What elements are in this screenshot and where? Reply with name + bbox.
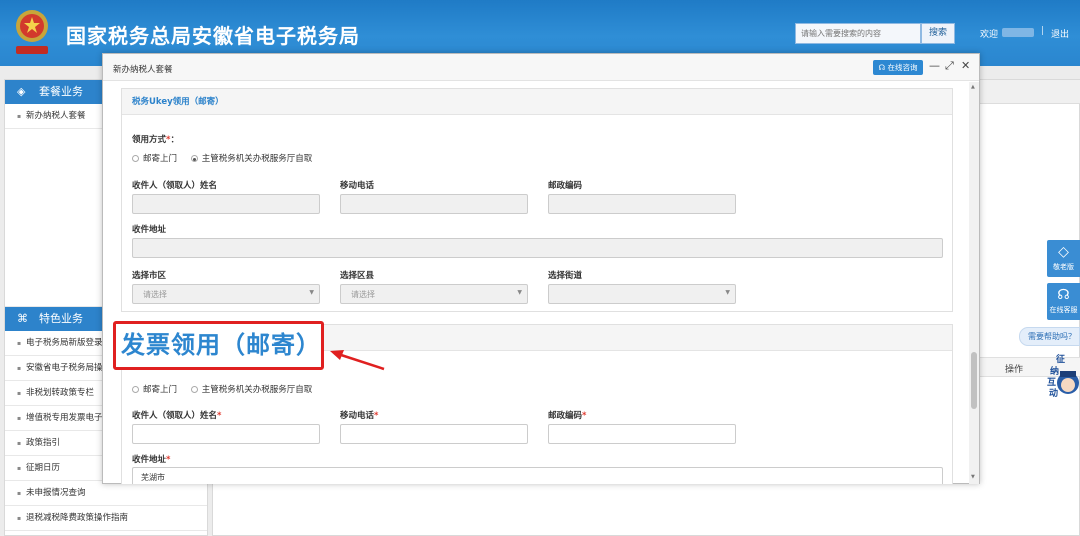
address-label: 收件地址* — [132, 453, 170, 465]
sidebar-item[interactable]: 退税减税降费政策操作指南 — [5, 506, 207, 531]
phone-label: 移动电话* — [340, 409, 378, 421]
username-redacted — [1002, 28, 1034, 37]
recipient-input[interactable] — [132, 194, 320, 214]
radio-option-self-pickup[interactable]: 主管税务机关办税服务厅自取 — [190, 154, 313, 164]
online-service-label: 在线客服 — [1049, 306, 1078, 314]
header-separator: | — [1041, 26, 1045, 36]
district-select-value: 请选择 — [351, 290, 375, 299]
address-input[interactable]: 芜湖市 — [132, 467, 943, 484]
sidebar-item[interactable]: 未申报情况查询 — [5, 481, 207, 506]
ukey-section: 税务Ukey领用（邮寄） 领用方式*： 邮寄上门 主管税务机关办税服务厅自取 收… — [121, 88, 953, 312]
online-consult-label: 在线咨询 — [887, 63, 918, 72]
method-label-suffix: ： — [170, 135, 179, 145]
invoice-method-radio-group: 邮寄上门 主管税务机关办税服务厅自取 — [132, 383, 323, 395]
online-service-button[interactable]: ☊ 在线客服 — [1047, 283, 1080, 320]
radio-option-mail[interactable]: 邮寄上门 — [132, 154, 177, 164]
phone-label: 移动电话 — [340, 181, 375, 191]
radio-icon — [132, 155, 139, 162]
phone-input[interactable] — [340, 424, 528, 444]
grid-icon: ⌘ — [17, 312, 28, 325]
method-label: 领用方式*： — [132, 133, 179, 145]
recipient-input[interactable] — [132, 424, 320, 444]
street-label: 选择街道 — [548, 271, 583, 281]
maximize-icon[interactable]: ⤢ — [945, 59, 954, 73]
city-select-value: 请选择 — [143, 290, 167, 299]
city-label: 选择市区 — [132, 271, 167, 281]
radio-option-self-pickup[interactable]: 主管税务机关办税服务厅自取 — [190, 385, 313, 395]
mascot-char: 纳 — [1050, 365, 1059, 377]
new-taxpayer-modal: 新办纳税人套餐 ☊ 在线咨询 — ⤢ ✕ 税务Ukey领用（邮寄） 领用方式*：… — [102, 53, 980, 484]
required-mark: * — [374, 411, 379, 421]
radio-checked-icon — [190, 155, 198, 162]
headset-icon: ☊ — [1057, 287, 1070, 303]
annotation-text: 发票领用（邮寄） — [121, 331, 321, 359]
close-icon[interactable]: ✕ — [961, 59, 970, 72]
layers-icon: ◈ — [17, 85, 26, 98]
elder-mode-button[interactable]: ◇ 敬老版 — [1047, 240, 1080, 277]
mascot-char: 动 — [1049, 388, 1058, 399]
mascot-char: 征 — [1056, 353, 1065, 365]
scroll-down-icon[interactable]: ▼ — [971, 474, 975, 480]
package-section-title: 套餐业务 — [39, 85, 83, 98]
radio-label: 主管税务机关办税服务厅自取 — [201, 385, 313, 395]
required-mark: * — [166, 455, 171, 465]
radio-icon — [190, 386, 198, 393]
mascot-icon[interactable]: 征 纳 互 动 — [1040, 353, 1080, 401]
address-label-text: 收件地址 — [132, 455, 167, 465]
search-button[interactable]: 搜索 — [921, 23, 955, 44]
postcode-input[interactable] — [548, 194, 736, 214]
chevron-down-icon: ▼ — [309, 289, 314, 296]
postcode-label: 邮政编码* — [548, 409, 586, 421]
modal-title-bar: 新办纳税人套餐 ☊ 在线咨询 — ⤢ ✕ — [103, 54, 979, 81]
welcome-text: 欢迎 — [980, 30, 999, 40]
radio-label: 主管税务机关办税服务厅自取 — [201, 154, 313, 164]
postcode-label: 邮政编码 — [548, 181, 583, 191]
mascot-char: 互 — [1047, 377, 1056, 388]
phone-input[interactable] — [340, 194, 528, 214]
street-select[interactable]: ▼ — [548, 284, 736, 304]
address-input[interactable] — [132, 238, 943, 258]
method-radio-group: 邮寄上门 主管税务机关办税服务厅自取 — [132, 152, 323, 164]
ukey-section-title: 税务Ukey领用（邮寄） — [122, 89, 952, 115]
chevron-down-icon: ▼ — [725, 289, 730, 296]
recipient-label: 收件人（领取人）姓名 — [132, 181, 218, 191]
main-tab-bar — [980, 80, 1080, 104]
annotation-arrow-icon — [330, 350, 385, 371]
help-bubble[interactable]: 需要帮助吗？ — [1019, 327, 1080, 346]
required-mark: * — [217, 411, 222, 421]
city-select[interactable]: 请选择 ▼ — [132, 284, 320, 304]
operation-column-header: 操作 — [1005, 365, 1024, 375]
special-section-title: 特色业务 — [39, 312, 83, 325]
minimize-icon[interactable]: — — [929, 59, 940, 72]
radio-option-mail[interactable]: 邮寄上门 — [132, 385, 177, 395]
required-mark: * — [582, 411, 587, 421]
phone-label-text: 移动电话 — [340, 411, 375, 421]
national-emblem-icon — [16, 10, 48, 54]
modal-body[interactable]: 税务Ukey领用（邮寄） 领用方式*： 邮寄上门 主管税务机关办税服务厅自取 收… — [103, 82, 979, 484]
postcode-input[interactable] — [548, 424, 736, 444]
modal-scrollbar[interactable]: ▲ ▼ — [969, 82, 979, 484]
online-consult-button[interactable]: ☊ 在线咨询 — [873, 60, 923, 75]
recipient-label: 收件人（领取人）姓名* — [132, 409, 221, 421]
search-input[interactable] — [795, 23, 921, 44]
radio-icon — [132, 386, 139, 393]
recipient-label-text: 收件人（领取人）姓名 — [132, 411, 218, 421]
postcode-label-text: 邮政编码 — [548, 411, 583, 421]
headset-icon: ☊ — [878, 63, 886, 72]
district-select[interactable]: 请选择 ▼ — [340, 284, 528, 304]
modal-title: 新办纳税人套餐 — [113, 65, 173, 75]
radio-label: 邮寄上门 — [143, 385, 178, 395]
district-label: 选择区县 — [340, 271, 375, 281]
scroll-up-icon[interactable]: ▲ — [971, 84, 975, 90]
radio-label: 邮寄上门 — [143, 154, 178, 164]
method-label-text: 领用方式 — [132, 135, 167, 145]
tag-icon: ◇ — [1058, 244, 1069, 260]
chevron-down-icon: ▼ — [517, 289, 522, 296]
logout-link[interactable]: 退出 — [1051, 27, 1069, 40]
elder-mode-label: 敬老版 — [1053, 263, 1074, 271]
scroll-thumb[interactable] — [971, 352, 977, 409]
address-label: 收件地址 — [132, 225, 167, 235]
site-title: 国家税务总局安徽省电子税务局 — [66, 24, 360, 48]
